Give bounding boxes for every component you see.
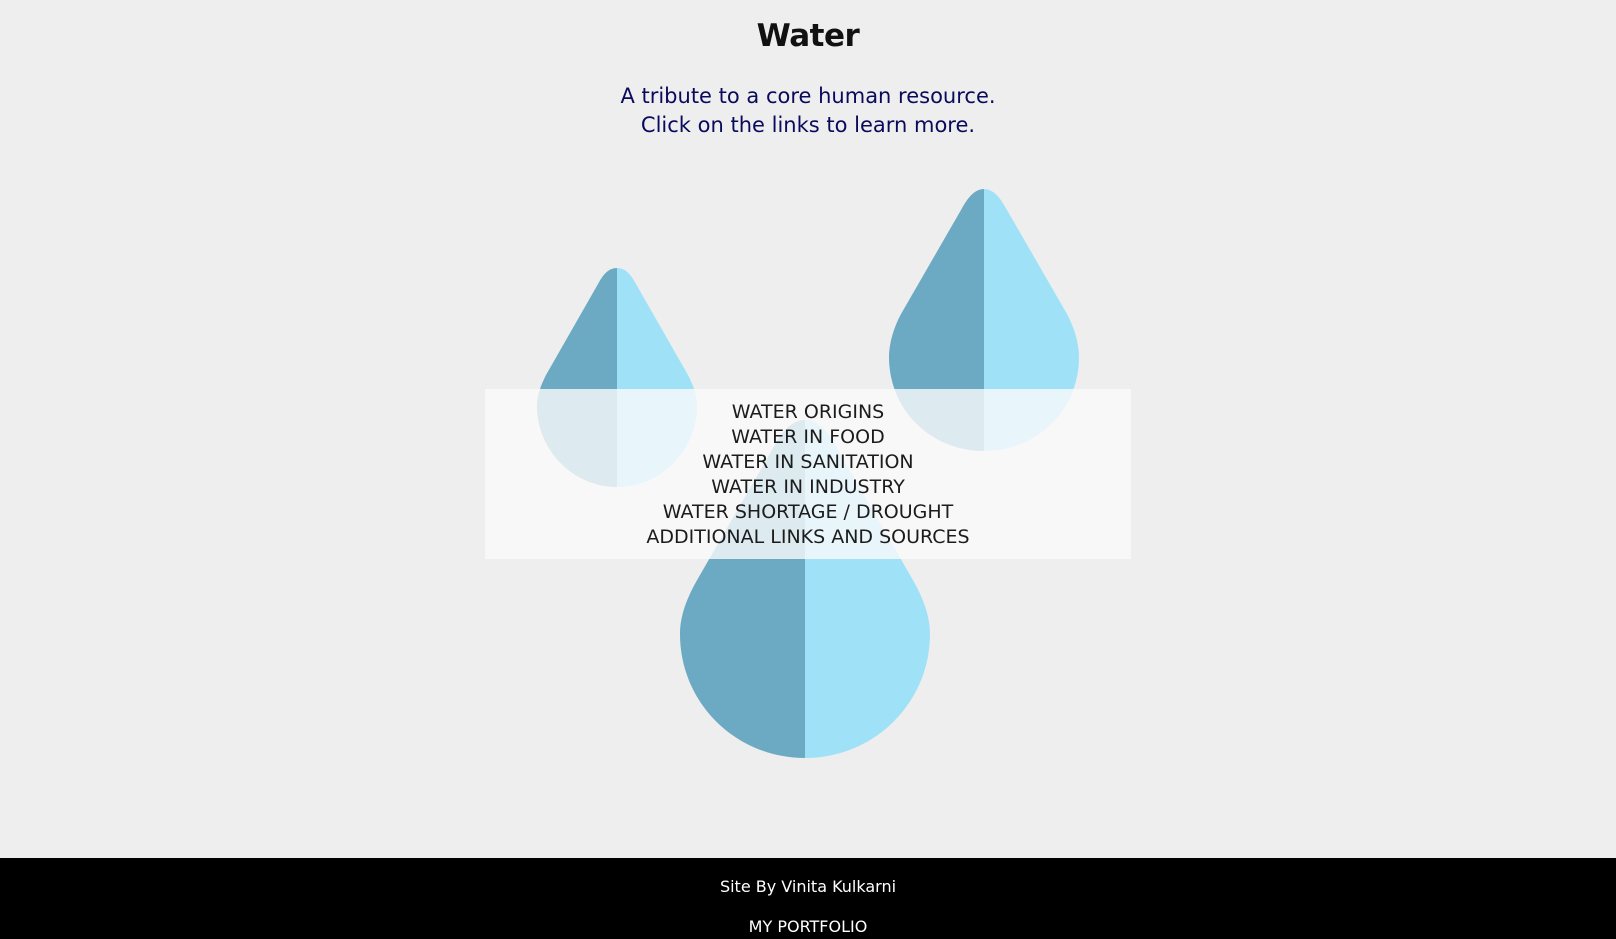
footer: Site By Vinita Kulkarni MY PORTFOLIO <box>0 858 1616 939</box>
link-water-origins[interactable]: WATER ORIGINS <box>485 400 1131 425</box>
link-additional-links-sources[interactable]: ADDITIONAL LINKS AND SOURCES <box>485 525 1131 550</box>
portfolio-link[interactable]: MY PORTFOLIO <box>0 917 1616 936</box>
site-credit: Site By Vinita Kulkarni <box>719 877 897 896</box>
link-water-shortage-drought[interactable]: WATER SHORTAGE / DROUGHT <box>485 500 1131 525</box>
topic-links: WATER ORIGINS WATER IN FOOD WATER IN SAN… <box>485 400 1131 550</box>
link-water-in-sanitation[interactable]: WATER IN SANITATION <box>485 450 1131 475</box>
link-water-in-food[interactable]: WATER IN FOOD <box>485 425 1131 450</box>
link-water-in-industry[interactable]: WATER IN INDUSTRY <box>485 475 1131 500</box>
page: Water A tribute to a core human resource… <box>0 0 1616 939</box>
